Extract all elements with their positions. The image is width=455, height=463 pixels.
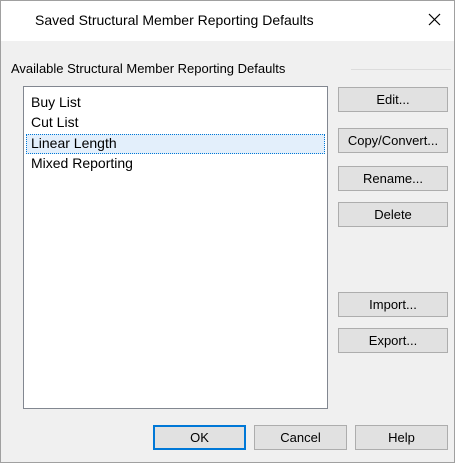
group-box-divider: [351, 69, 451, 70]
list-item-buy-list[interactable]: Buy List: [26, 93, 325, 113]
ok-button[interactable]: OK: [153, 425, 246, 450]
list-item-cut-list[interactable]: Cut List: [26, 113, 325, 133]
close-icon: [428, 13, 440, 25]
import-button[interactable]: Import...: [338, 292, 448, 317]
delete-button[interactable]: Delete: [338, 202, 448, 227]
help-button[interactable]: Help: [355, 425, 448, 450]
dialog-title: Saved Structural Member Reporting Defaul…: [35, 12, 314, 28]
edit-button[interactable]: Edit...: [338, 87, 448, 112]
cancel-button[interactable]: Cancel: [254, 425, 347, 450]
dialog-window: Saved Structural Member Reporting Defaul…: [0, 0, 455, 463]
group-box-label: Available Structural Member Reporting De…: [11, 61, 290, 76]
rename-button[interactable]: Rename...: [338, 166, 448, 191]
list-item-mixed-reporting[interactable]: Mixed Reporting: [26, 154, 325, 174]
close-button[interactable]: [414, 1, 454, 37]
defaults-listbox[interactable]: Buy List Cut List Linear Length Mixed Re…: [23, 86, 328, 409]
export-button[interactable]: Export...: [338, 328, 448, 353]
title-bar: Saved Structural Member Reporting Defaul…: [1, 1, 454, 41]
list-item-linear-length[interactable]: Linear Length: [26, 134, 325, 154]
copy-convert-button[interactable]: Copy/Convert...: [338, 128, 448, 153]
